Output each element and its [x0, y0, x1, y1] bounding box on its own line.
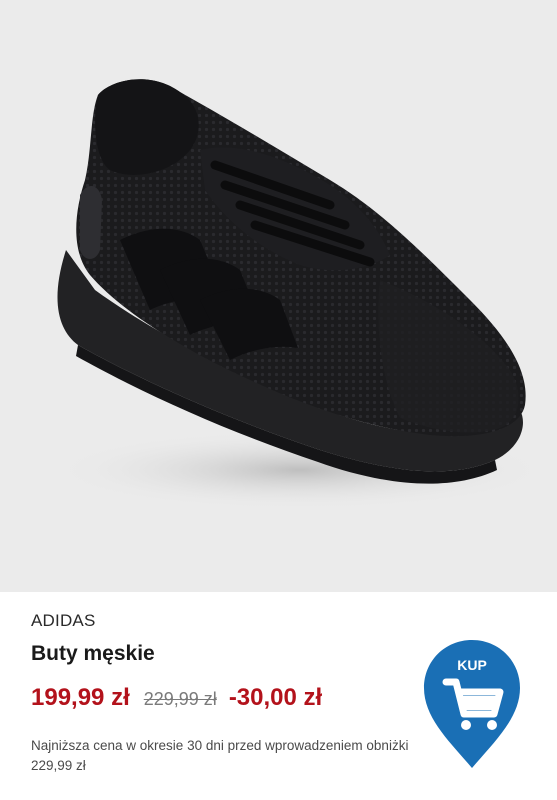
sneaker-image — [50, 79, 550, 510]
price-row: 199,99 zł 229,99 zł -30,00 zł — [31, 684, 322, 712]
product-image[interactable] — [0, 0, 557, 592]
product-brand: ADIDAS — [31, 611, 96, 630]
price-old: 229,99 zł — [143, 689, 217, 709]
lowest-price-note: Najniższa cena w okresie 30 dni przed wp… — [31, 738, 409, 773]
buy-button[interactable]: KUP — [422, 638, 534, 770]
price-current: 199,99 zł — [31, 684, 130, 711]
product-title[interactable]: Buty męskie — [31, 642, 155, 666]
price-discount: -30,00 zł — [228, 684, 323, 711]
shopping-cart-icon — [442, 678, 504, 730]
